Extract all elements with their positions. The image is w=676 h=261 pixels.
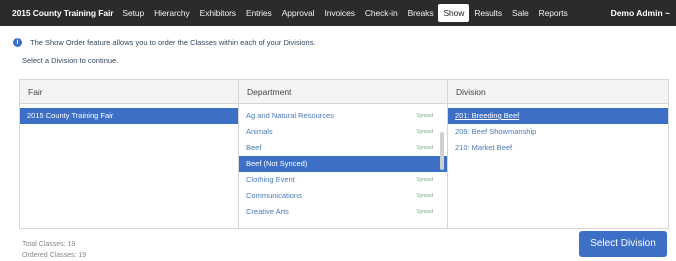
synced-badge: Synced	[416, 129, 433, 135]
nav-setup[interactable]: Setup	[117, 4, 149, 22]
nav-breaks[interactable]: Breaks	[403, 4, 439, 22]
top-navigation-bar: 2015 County Training Fair Setup Hierarch…	[0, 0, 676, 26]
synced-badge: Synced	[416, 177, 433, 183]
class-totals: Total Classes: 19 Ordered Classes: 19	[22, 239, 86, 261]
fair-column-header: Fair	[20, 80, 238, 104]
nav-check-in[interactable]: Check-in	[360, 4, 403, 22]
nav-results[interactable]: Results	[469, 4, 507, 22]
fair-item[interactable]: 2015 County Training Fair	[20, 108, 238, 124]
division-item-label: 209: Beef Showmanship	[455, 127, 537, 136]
ordered-classes: Ordered Classes: 19	[22, 252, 87, 259]
synced-badge: Synced	[416, 193, 433, 199]
main-nav: Setup Hierarchy Exhibitors Entries Appro…	[117, 0, 572, 26]
nav-show[interactable]: Show	[438, 4, 470, 22]
nav-hierarchy[interactable]: Hierarchy	[149, 4, 194, 22]
instruction-text: Select a Division to continue.	[22, 56, 119, 65]
division-item-label: 210: Market Beef	[455, 143, 513, 152]
fair-list: 2015 County Training Fair	[20, 104, 238, 124]
department-column: Department Ag and Natural Resources Sync…	[239, 80, 448, 228]
nav-approval[interactable]: Approval	[277, 4, 320, 22]
synced-badge: Synced	[416, 145, 433, 151]
synced-badge: Synced	[416, 113, 433, 119]
department-item-label: Ag and Natural Resources	[246, 111, 334, 120]
department-scrollbar[interactable]	[440, 132, 444, 170]
division-list: 201: Breeding Beef 209: Beef Showmanship…	[448, 104, 668, 156]
division-column-header: Division	[448, 80, 668, 104]
nav-reports[interactable]: Reports	[534, 4, 573, 22]
department-item[interactable]: Clothing Event Synced	[239, 172, 447, 188]
division-column: Division 201: Breeding Beef 209: Beef Sh…	[448, 80, 668, 228]
info-message: i The Show Order feature allows you to o…	[13, 38, 316, 47]
division-item-selected[interactable]: 201: Breeding Beef	[448, 108, 668, 124]
select-division-button[interactable]: Select Division	[579, 231, 667, 257]
nav-entries[interactable]: Entries	[241, 4, 277, 22]
info-icon: i	[13, 38, 22, 47]
department-item[interactable]: Communications Synced	[239, 188, 447, 204]
fair-item-label: 2015 County Training Fair	[27, 111, 114, 120]
selection-panel: Fair 2015 County Training Fair Departmen…	[19, 79, 669, 229]
division-item-label: 201: Breeding Beef	[455, 111, 520, 120]
department-item-label: Creative Arts	[246, 207, 289, 216]
fair-title[interactable]: 2015 County Training Fair	[0, 8, 114, 18]
user-menu[interactable]: Demo Admin ~	[611, 0, 670, 26]
department-item-label: Beef	[246, 143, 262, 152]
info-text: The Show Order feature allows you to ord…	[30, 38, 316, 47]
fair-column: Fair 2015 County Training Fair	[20, 80, 239, 228]
department-item-label: Communications	[246, 191, 302, 200]
department-column-header: Department	[239, 80, 447, 104]
department-item-label: Beef (Not Synced)	[246, 159, 308, 168]
department-item-label: Clothing Event	[246, 175, 295, 184]
nav-sale[interactable]: Sale	[507, 4, 534, 22]
department-list: Ag and Natural Resources Synced Animals …	[239, 104, 447, 220]
department-item[interactable]: Ag and Natural Resources Synced	[239, 108, 447, 124]
division-item[interactable]: 209: Beef Showmanship	[448, 124, 668, 140]
total-classes: Total Classes: 19	[22, 241, 76, 248]
division-item[interactable]: 210: Market Beef	[448, 140, 668, 156]
nav-exhibitors[interactable]: Exhibitors	[195, 4, 241, 22]
department-item-selected[interactable]: Beef (Not Synced)	[239, 156, 447, 172]
department-item[interactable]: Beef Synced	[239, 140, 447, 156]
department-item-label: Animals	[246, 127, 273, 136]
nav-invoices[interactable]: Invoices	[319, 4, 359, 22]
department-item[interactable]: Animals Synced	[239, 124, 447, 140]
department-item[interactable]: Creative Arts Synced	[239, 204, 447, 220]
synced-badge: Synced	[416, 209, 433, 215]
